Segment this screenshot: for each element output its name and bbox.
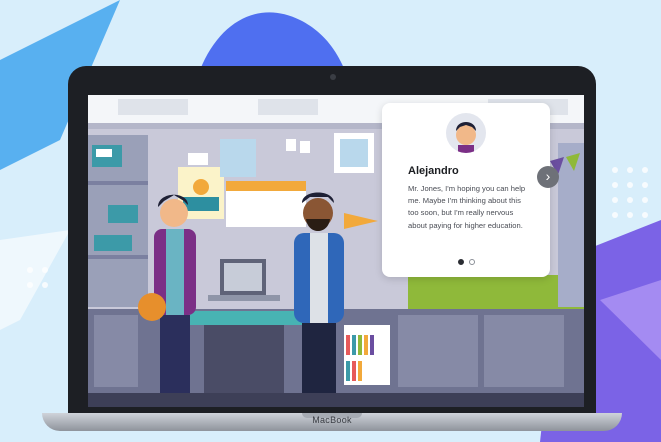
scene-viewport: Alejandro Mr. Jones, I'm hoping you can … bbox=[88, 95, 584, 407]
device-brand-label: MacBook bbox=[312, 415, 352, 425]
laptop-base: MacBook bbox=[42, 413, 622, 431]
page-dot-2[interactable] bbox=[469, 259, 475, 265]
dialog-message: Mr. Jones, I'm hoping you can help me. M… bbox=[408, 184, 526, 230]
speaker-name: Alejandro bbox=[408, 165, 459, 177]
page-dot-1[interactable] bbox=[458, 259, 464, 265]
dialog-card: Alejandro Mr. Jones, I'm hoping you can … bbox=[382, 103, 550, 277]
laptop-frame: Alejandro Mr. Jones, I'm hoping you can … bbox=[68, 66, 596, 414]
pagination-dots bbox=[458, 259, 475, 265]
webcam-icon bbox=[330, 74, 336, 80]
chevron-right-icon: › bbox=[545, 168, 551, 184]
next-button[interactable]: › bbox=[537, 166, 559, 188]
avatar bbox=[446, 113, 486, 153]
